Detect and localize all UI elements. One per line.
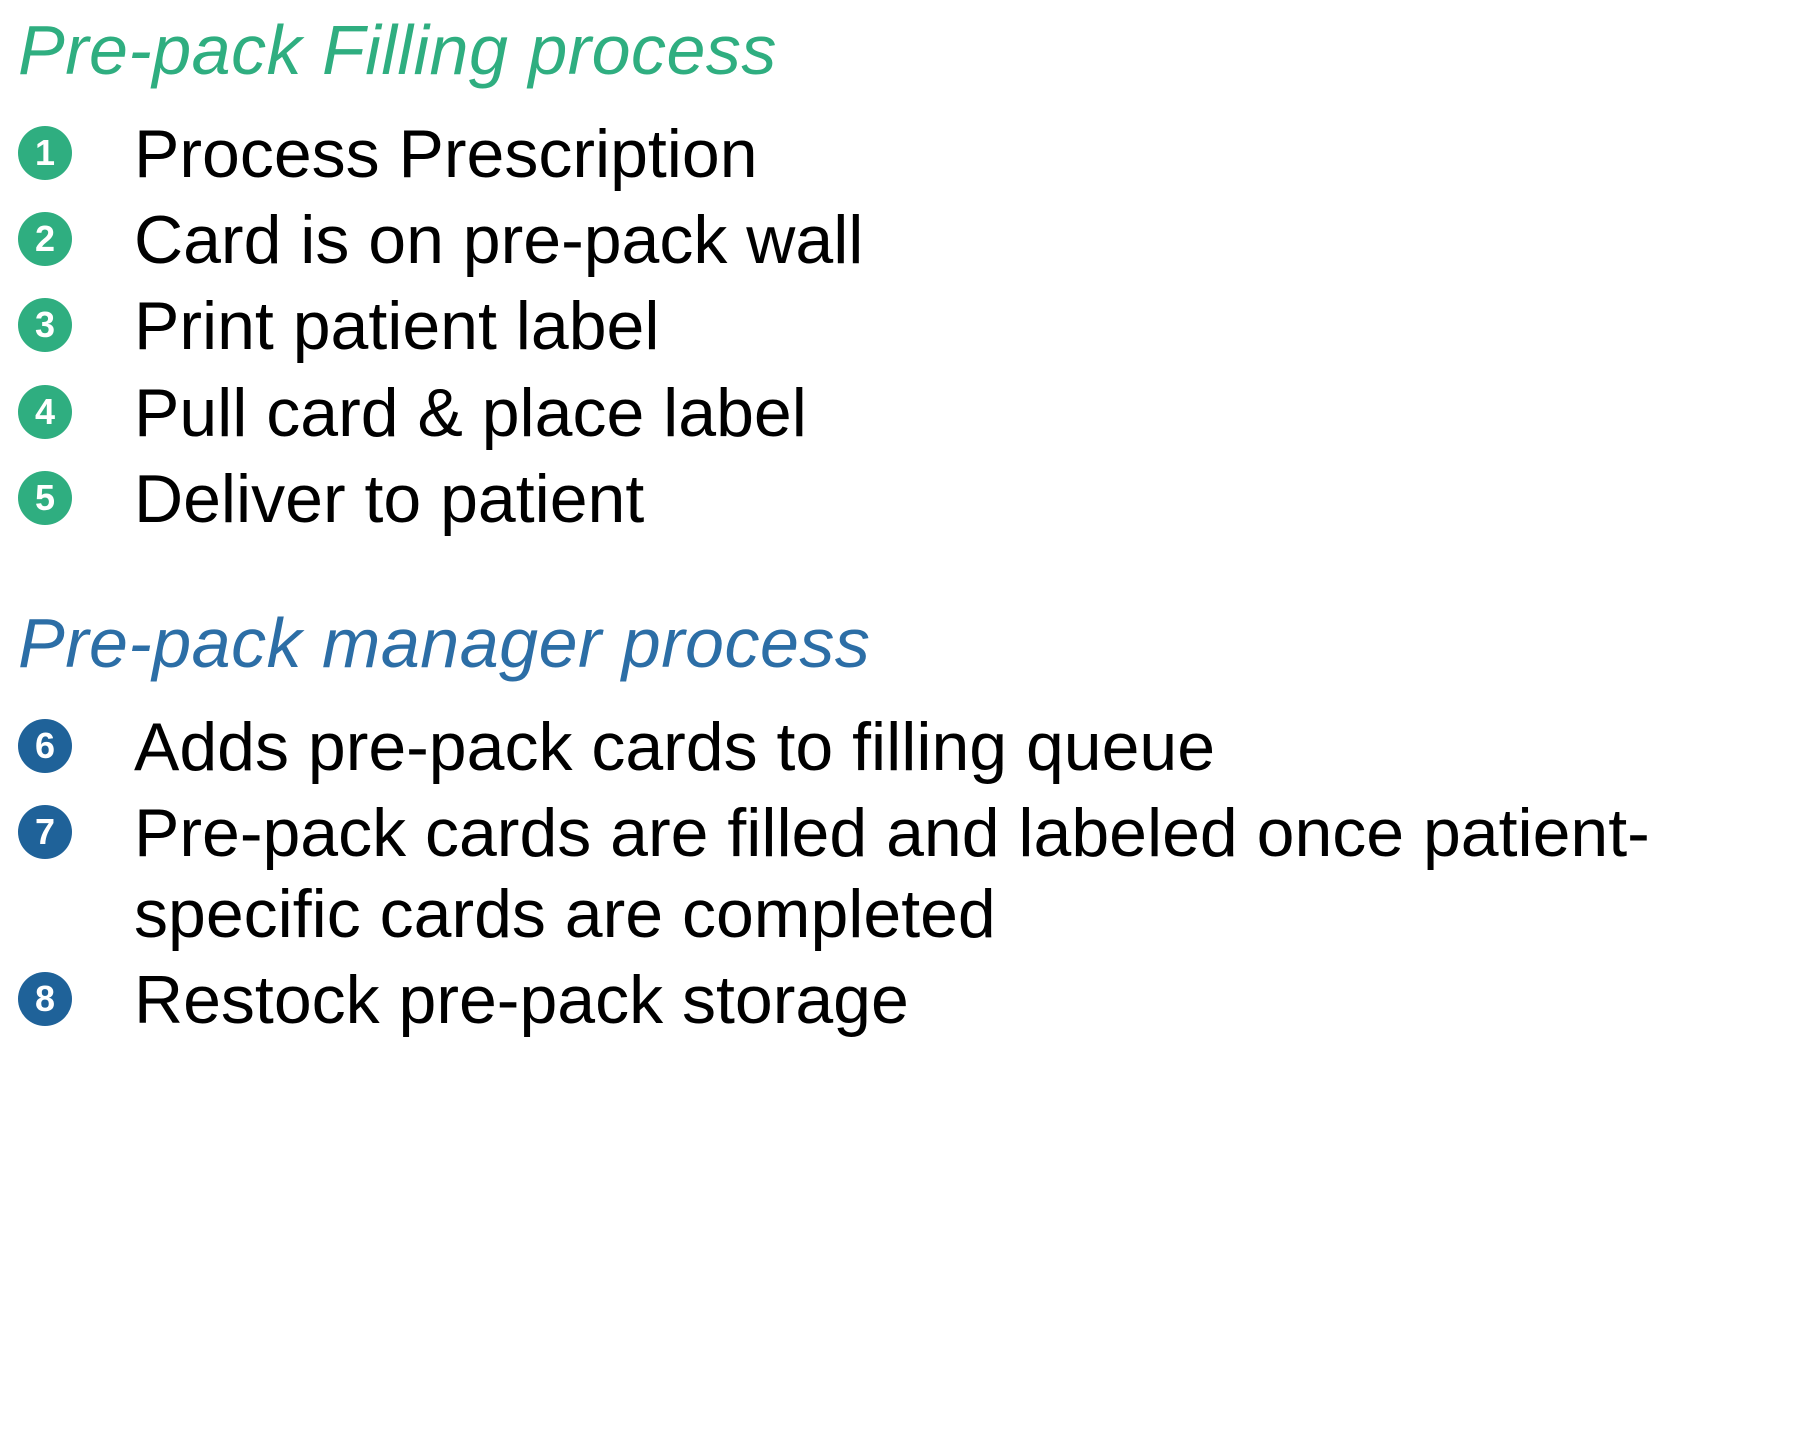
step-badge: 7 xyxy=(18,805,72,859)
step-badge: 2 xyxy=(18,212,72,266)
list-item: 7 Pre-pack cards are filled and labeled … xyxy=(18,793,1803,953)
step-text: Deliver to patient xyxy=(134,459,644,539)
step-badge: 8 xyxy=(18,972,72,1026)
list-item: 1 Process Prescription xyxy=(18,114,1803,194)
list-item: 2 Card is on pre-pack wall xyxy=(18,200,1803,280)
step-badge: 5 xyxy=(18,471,72,525)
step-text: Pre-pack cards are filled and labeled on… xyxy=(134,793,1764,953)
step-badge: 3 xyxy=(18,298,72,352)
step-text: Process Prescription xyxy=(134,114,758,194)
list-item: 6 Adds pre-pack cards to filling queue xyxy=(18,707,1803,787)
page: Pre-pack Filling process 1 Process Presc… xyxy=(0,0,1803,1040)
manager-steps-list: 6 Adds pre-pack cards to filling queue 7… xyxy=(18,707,1803,1040)
list-item: 4 Pull card & place label xyxy=(18,373,1803,453)
section-title-filling: Pre-pack Filling process xyxy=(18,10,1803,90)
step-text: Adds pre-pack cards to filling queue xyxy=(134,707,1215,787)
step-badge: 4 xyxy=(18,385,72,439)
section-title-manager: Pre-pack manager process xyxy=(18,603,1803,683)
step-text: Pull card & place label xyxy=(134,373,807,453)
step-badge: 6 xyxy=(18,719,72,773)
list-item: 8 Restock pre-pack storage xyxy=(18,960,1803,1040)
step-text: Card is on pre-pack wall xyxy=(134,200,863,280)
list-item: 3 Print patient label xyxy=(18,286,1803,366)
step-text: Print patient label xyxy=(134,286,659,366)
step-badge: 1 xyxy=(18,126,72,180)
list-item: 5 Deliver to patient xyxy=(18,459,1803,539)
filling-steps-list: 1 Process Prescription 2 Card is on pre-… xyxy=(18,114,1803,539)
step-text: Restock pre-pack storage xyxy=(134,960,909,1040)
